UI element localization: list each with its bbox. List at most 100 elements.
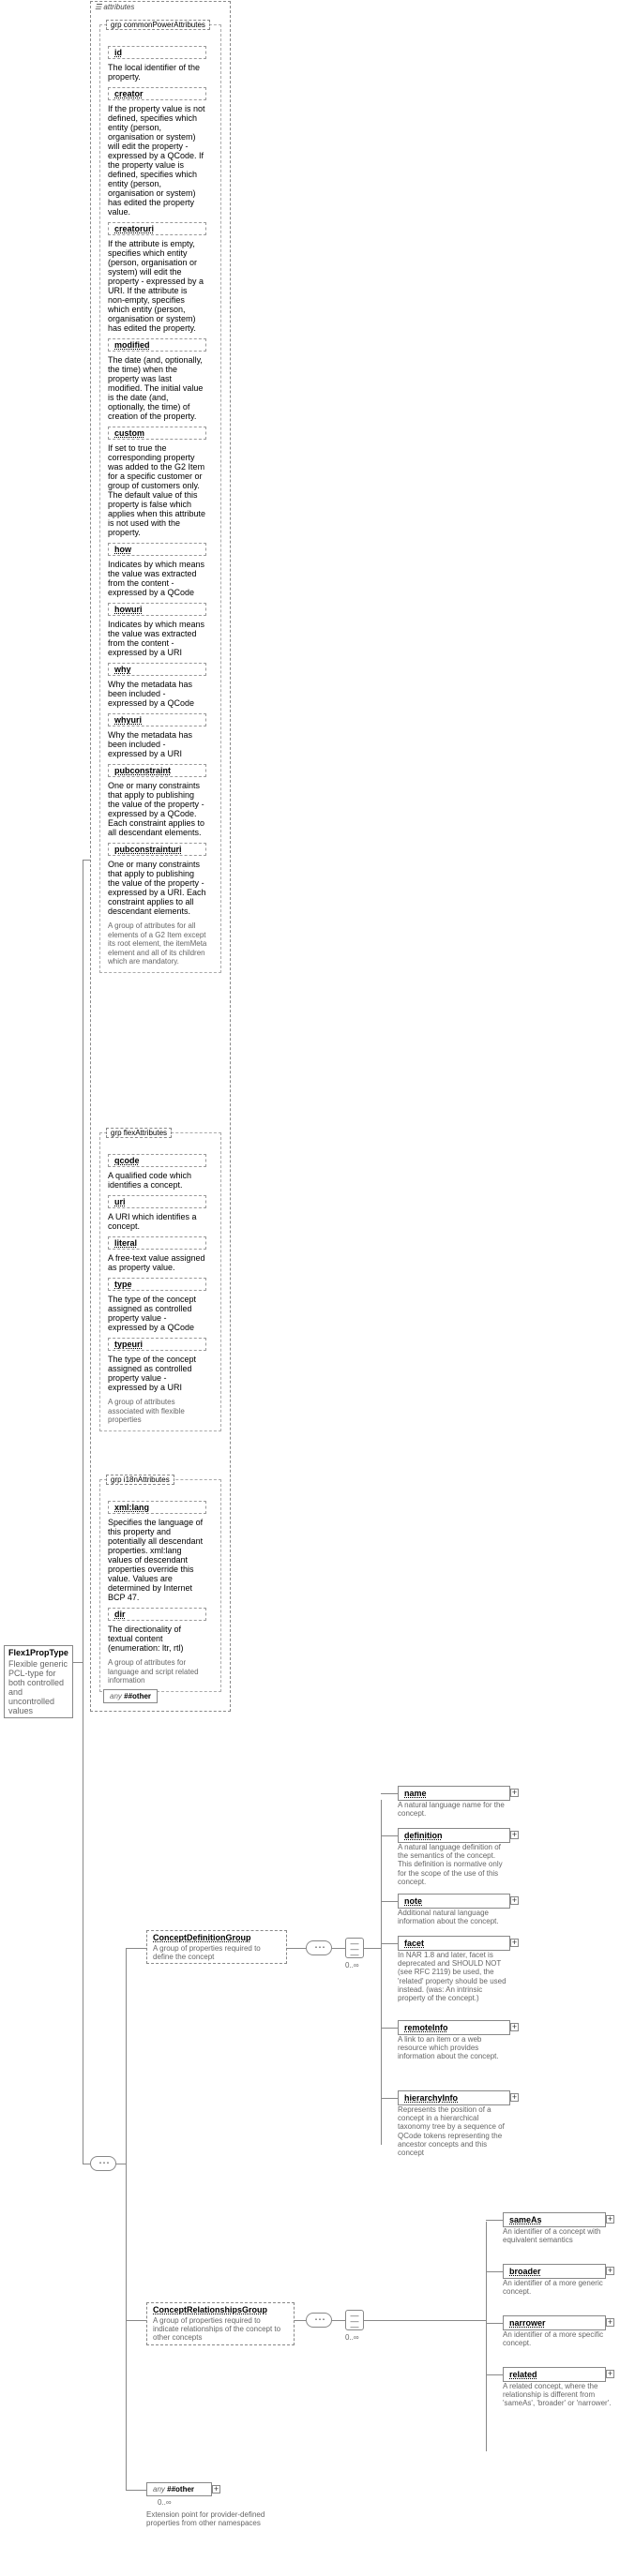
connector: [381, 1901, 398, 1902]
attribute-box[interactable]: pubconstraint: [108, 764, 206, 777]
group-common-power-attributes: grp commonPowerAttributes idThe local id…: [99, 24, 221, 973]
element-label: name: [404, 1789, 504, 1798]
attribute-box[interactable]: creator: [108, 87, 206, 100]
expand-icon[interactable]: +: [212, 2485, 220, 2494]
root-type-box: Flex1PropType Flexible generic PCL-type …: [4, 1645, 73, 1718]
attribute-name: pubconstraint: [109, 765, 176, 776]
attribute-item: uri A URI which identifies a concept.: [108, 1195, 213, 1231]
attribute-box[interactable]: whyuri: [108, 713, 206, 726]
attribute-box[interactable]: modified: [108, 338, 206, 352]
attribute-box[interactable]: dir: [108, 1608, 206, 1621]
element-name[interactable]: name: [398, 1786, 510, 1801]
attribute-box[interactable]: typeuri: [108, 1338, 206, 1351]
expand-icon[interactable]: +: [510, 2093, 519, 2102]
connector: [486, 2374, 503, 2375]
attribute-box[interactable]: literal: [108, 1236, 206, 1250]
connector: [486, 2271, 503, 2272]
attribute-desc: A free-text value assigned as property v…: [108, 1253, 206, 1272]
element-narrower[interactable]: narrower: [503, 2315, 606, 2330]
expand-icon[interactable]: +: [510, 1939, 519, 1947]
attribute-name: id: [109, 47, 128, 58]
attribute-item: literal A free-text value assigned as pro…: [108, 1236, 213, 1272]
attribute-desc: A qualified code which identifies a conc…: [108, 1171, 206, 1190]
connector: [486, 2323, 503, 2324]
connector: [126, 2320, 146, 2321]
group-i18n-attributes: grp i18nAttributes xml:langSpecifies the…: [99, 1479, 221, 1692]
element-facet[interactable]: facet: [398, 1936, 510, 1951]
attribute-name: whyuri: [109, 714, 147, 726]
element-broader[interactable]: broader: [503, 2264, 606, 2279]
expand-icon[interactable]: +: [606, 2370, 614, 2378]
attribute-box[interactable]: id: [108, 46, 206, 59]
element-hierarchyInfo[interactable]: hierarchyInfo: [398, 2090, 510, 2105]
element-label: note: [404, 1896, 504, 1906]
attribute-name: uri: [109, 1196, 131, 1207]
element-desc: An identifier of a more generic concept.: [503, 2279, 615, 2296]
attribute-box[interactable]: howuri: [108, 603, 206, 616]
attribute-desc: A URI which identifies a concept.: [108, 1212, 206, 1231]
group-title: grp i18nAttributes: [106, 1475, 174, 1485]
connector: [332, 1948, 345, 1949]
connector: [295, 2320, 306, 2321]
element-label: sameAs: [509, 2215, 599, 2224]
attribute-name: how: [109, 544, 137, 555]
attribute-box[interactable]: custom: [108, 427, 206, 440]
attribute-box[interactable]: qcode: [108, 1154, 206, 1167]
sequence-compositor: [306, 2313, 332, 2328]
expand-icon[interactable]: +: [510, 1896, 519, 1905]
attribute-name: creator: [109, 88, 149, 99]
connector: [381, 2098, 398, 2099]
element-related[interactable]: related: [503, 2367, 606, 2382]
attribute-name: literal: [109, 1237, 143, 1249]
connector: [364, 2320, 486, 2321]
attribute-box[interactable]: creatoruri: [108, 222, 206, 235]
connector: [126, 1948, 146, 1949]
concept-relationships-group[interactable]: ConceptRelationshipsGroup A group of pro…: [146, 2302, 295, 2345]
attribute-box[interactable]: type: [108, 1278, 206, 1291]
attribute-desc: Why the metadata has been included - exp…: [108, 730, 206, 758]
attribute-item: pubconstrainturiOne or many constraints …: [108, 843, 213, 916]
choice-compositor: ———: [345, 1938, 364, 1958]
attribute-desc: The type of the concept assigned as cont…: [108, 1355, 206, 1392]
expand-icon[interactable]: +: [510, 2023, 519, 2031]
any-attribute: any ##other: [103, 1689, 158, 1703]
element-desc: An identifier of a more specific concept…: [503, 2330, 615, 2347]
element-sameAs[interactable]: sameAs: [503, 2212, 606, 2227]
attribute-desc: If the attribute is empty, specifies whi…: [108, 239, 206, 333]
connector: [332, 2320, 345, 2321]
element-label: remoteInfo: [404, 2023, 504, 2032]
connector: [73, 1662, 83, 1663]
group-title: grp commonPowerAttributes: [106, 20, 210, 30]
element-note[interactable]: note: [398, 1894, 510, 1909]
element-desc: A natural language name for the concept.: [398, 1801, 510, 1818]
attribute-box[interactable]: pubconstrainturi: [108, 843, 206, 856]
attribute-name: type: [109, 1279, 138, 1290]
expand-icon[interactable]: +: [606, 2318, 614, 2327]
connector: [287, 1948, 306, 1949]
group-desc: A group of attributes for language and s…: [108, 1658, 213, 1685]
attribute-desc: One or many constraints that apply to pu…: [108, 781, 206, 837]
attribute-box[interactable]: xml:lang: [108, 1501, 206, 1514]
attribute-item: dirThe directionality of textual content…: [108, 1608, 213, 1653]
connector: [126, 2490, 146, 2491]
attribute-desc: Indicates by which means the value was e…: [108, 560, 206, 597]
expand-icon[interactable]: +: [606, 2215, 614, 2224]
element-label: narrower: [509, 2318, 599, 2328]
expand-icon[interactable]: +: [510, 1831, 519, 1839]
attribute-item: howuriIndicates by which means the value…: [108, 603, 213, 657]
attribute-box[interactable]: uri: [108, 1195, 206, 1208]
expand-icon[interactable]: +: [510, 1789, 519, 1797]
element-label: related: [509, 2370, 599, 2379]
element-definition[interactable]: definition: [398, 1828, 510, 1843]
element-remoteInfo[interactable]: remoteInfo: [398, 2020, 510, 2035]
root-type-title: Flex1PropType: [8, 1648, 68, 1657]
connector: [126, 1948, 127, 2490]
attribute-box[interactable]: how: [108, 543, 206, 556]
connector: [381, 2028, 398, 2029]
group-desc: A group of attributes for all elements o…: [108, 921, 213, 966]
attribute-name: why: [109, 664, 137, 675]
concept-definition-group[interactable]: ConceptDefinitionGroup A group of proper…: [146, 1930, 287, 1964]
expand-icon[interactable]: +: [606, 2267, 614, 2275]
element-label: broader: [509, 2267, 599, 2276]
attribute-box[interactable]: why: [108, 663, 206, 676]
